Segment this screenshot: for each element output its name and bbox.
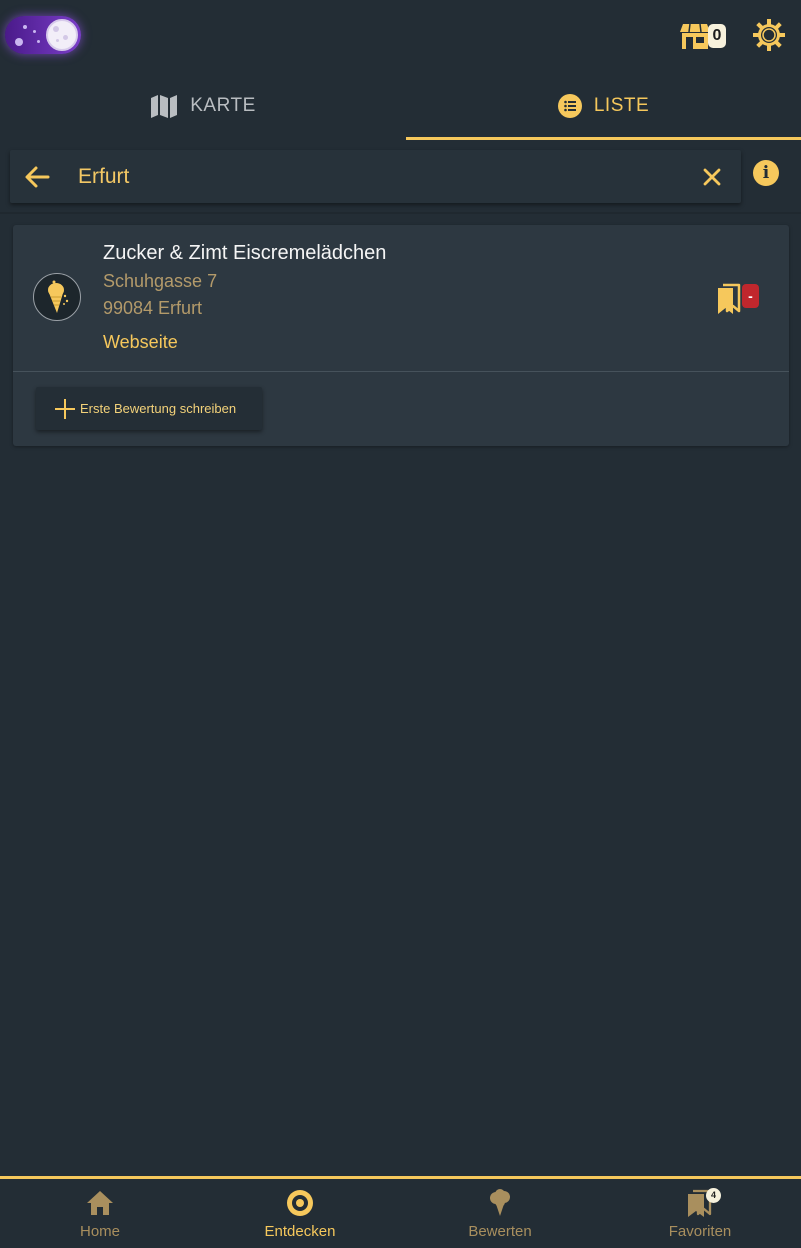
shop-card[interactable]: Zucker & Zimt Eiscremelädchen Schuhgasse…	[13, 225, 789, 446]
discover-icon	[287, 1190, 313, 1216]
store-icon	[680, 23, 710, 49]
shop-logo	[33, 273, 81, 321]
active-tab-indicator	[406, 137, 801, 140]
map-icon	[151, 95, 178, 118]
shop-city: 99084 Erfurt	[103, 298, 203, 318]
shop-street: Schuhgasse 7	[103, 271, 218, 291]
write-review-label: Erste Bewertung schreiben	[80, 401, 237, 416]
nav-favorites-label: Favoriten	[668, 1223, 732, 1240]
view-tabs: KARTE LISTE	[0, 72, 801, 140]
gear-icon[interactable]	[752, 18, 786, 52]
search-input[interactable]: Erfurt	[78, 150, 129, 203]
close-icon[interactable]	[701, 166, 723, 188]
shop-count-badge: 0	[708, 24, 726, 48]
ice-cream-icon	[490, 1189, 510, 1216]
website-link[interactable]: Webseite	[103, 332, 178, 353]
nav-rate[interactable]: Bewerten	[400, 1179, 600, 1248]
search-bar: Erfurt	[10, 150, 741, 203]
bottom-navigation: Home Entdecken Bewerten 4 Favoriten	[0, 1176, 801, 1248]
nav-home[interactable]: Home	[0, 1179, 200, 1248]
card-divider	[13, 371, 789, 372]
home-icon	[87, 1191, 113, 1215]
nav-favorites[interactable]: 4 Favoriten	[600, 1179, 800, 1248]
info-icon: i	[762, 163, 770, 183]
shop-name: Zucker & Zimt Eiscremelädchen	[103, 242, 387, 264]
list-icon	[557, 94, 582, 118]
tab-map[interactable]: KARTE	[0, 72, 406, 140]
plus-icon	[54, 398, 76, 420]
favorite-badge: -	[742, 284, 759, 308]
theme-toggle[interactable]	[5, 16, 81, 54]
tab-list[interactable]: LISTE	[406, 72, 801, 140]
nav-rate-label: Bewerten	[468, 1223, 532, 1240]
moon-icon	[46, 19, 78, 51]
shops-button[interactable]: 0	[680, 22, 728, 50]
nav-home-label: Home	[79, 1223, 120, 1240]
ice-cream-cone-icon	[48, 280, 69, 313]
nav-discover-label: Entdecken	[264, 1223, 336, 1240]
top-bar: 0	[0, 0, 801, 72]
back-arrow-icon[interactable]	[24, 164, 50, 190]
tab-list-label: LISTE	[593, 95, 650, 116]
write-first-review-button[interactable]: Erste Bewertung schreiben	[36, 387, 262, 430]
tab-map-label: KARTE	[190, 95, 256, 116]
divider	[0, 212, 801, 214]
info-button[interactable]: i	[753, 160, 779, 186]
favorites-count-badge: 4	[706, 1188, 721, 1203]
nav-discover[interactable]: Entdecken	[200, 1179, 400, 1248]
favorite-button[interactable]: -	[717, 283, 761, 315]
bookmark-icon	[718, 283, 741, 314]
